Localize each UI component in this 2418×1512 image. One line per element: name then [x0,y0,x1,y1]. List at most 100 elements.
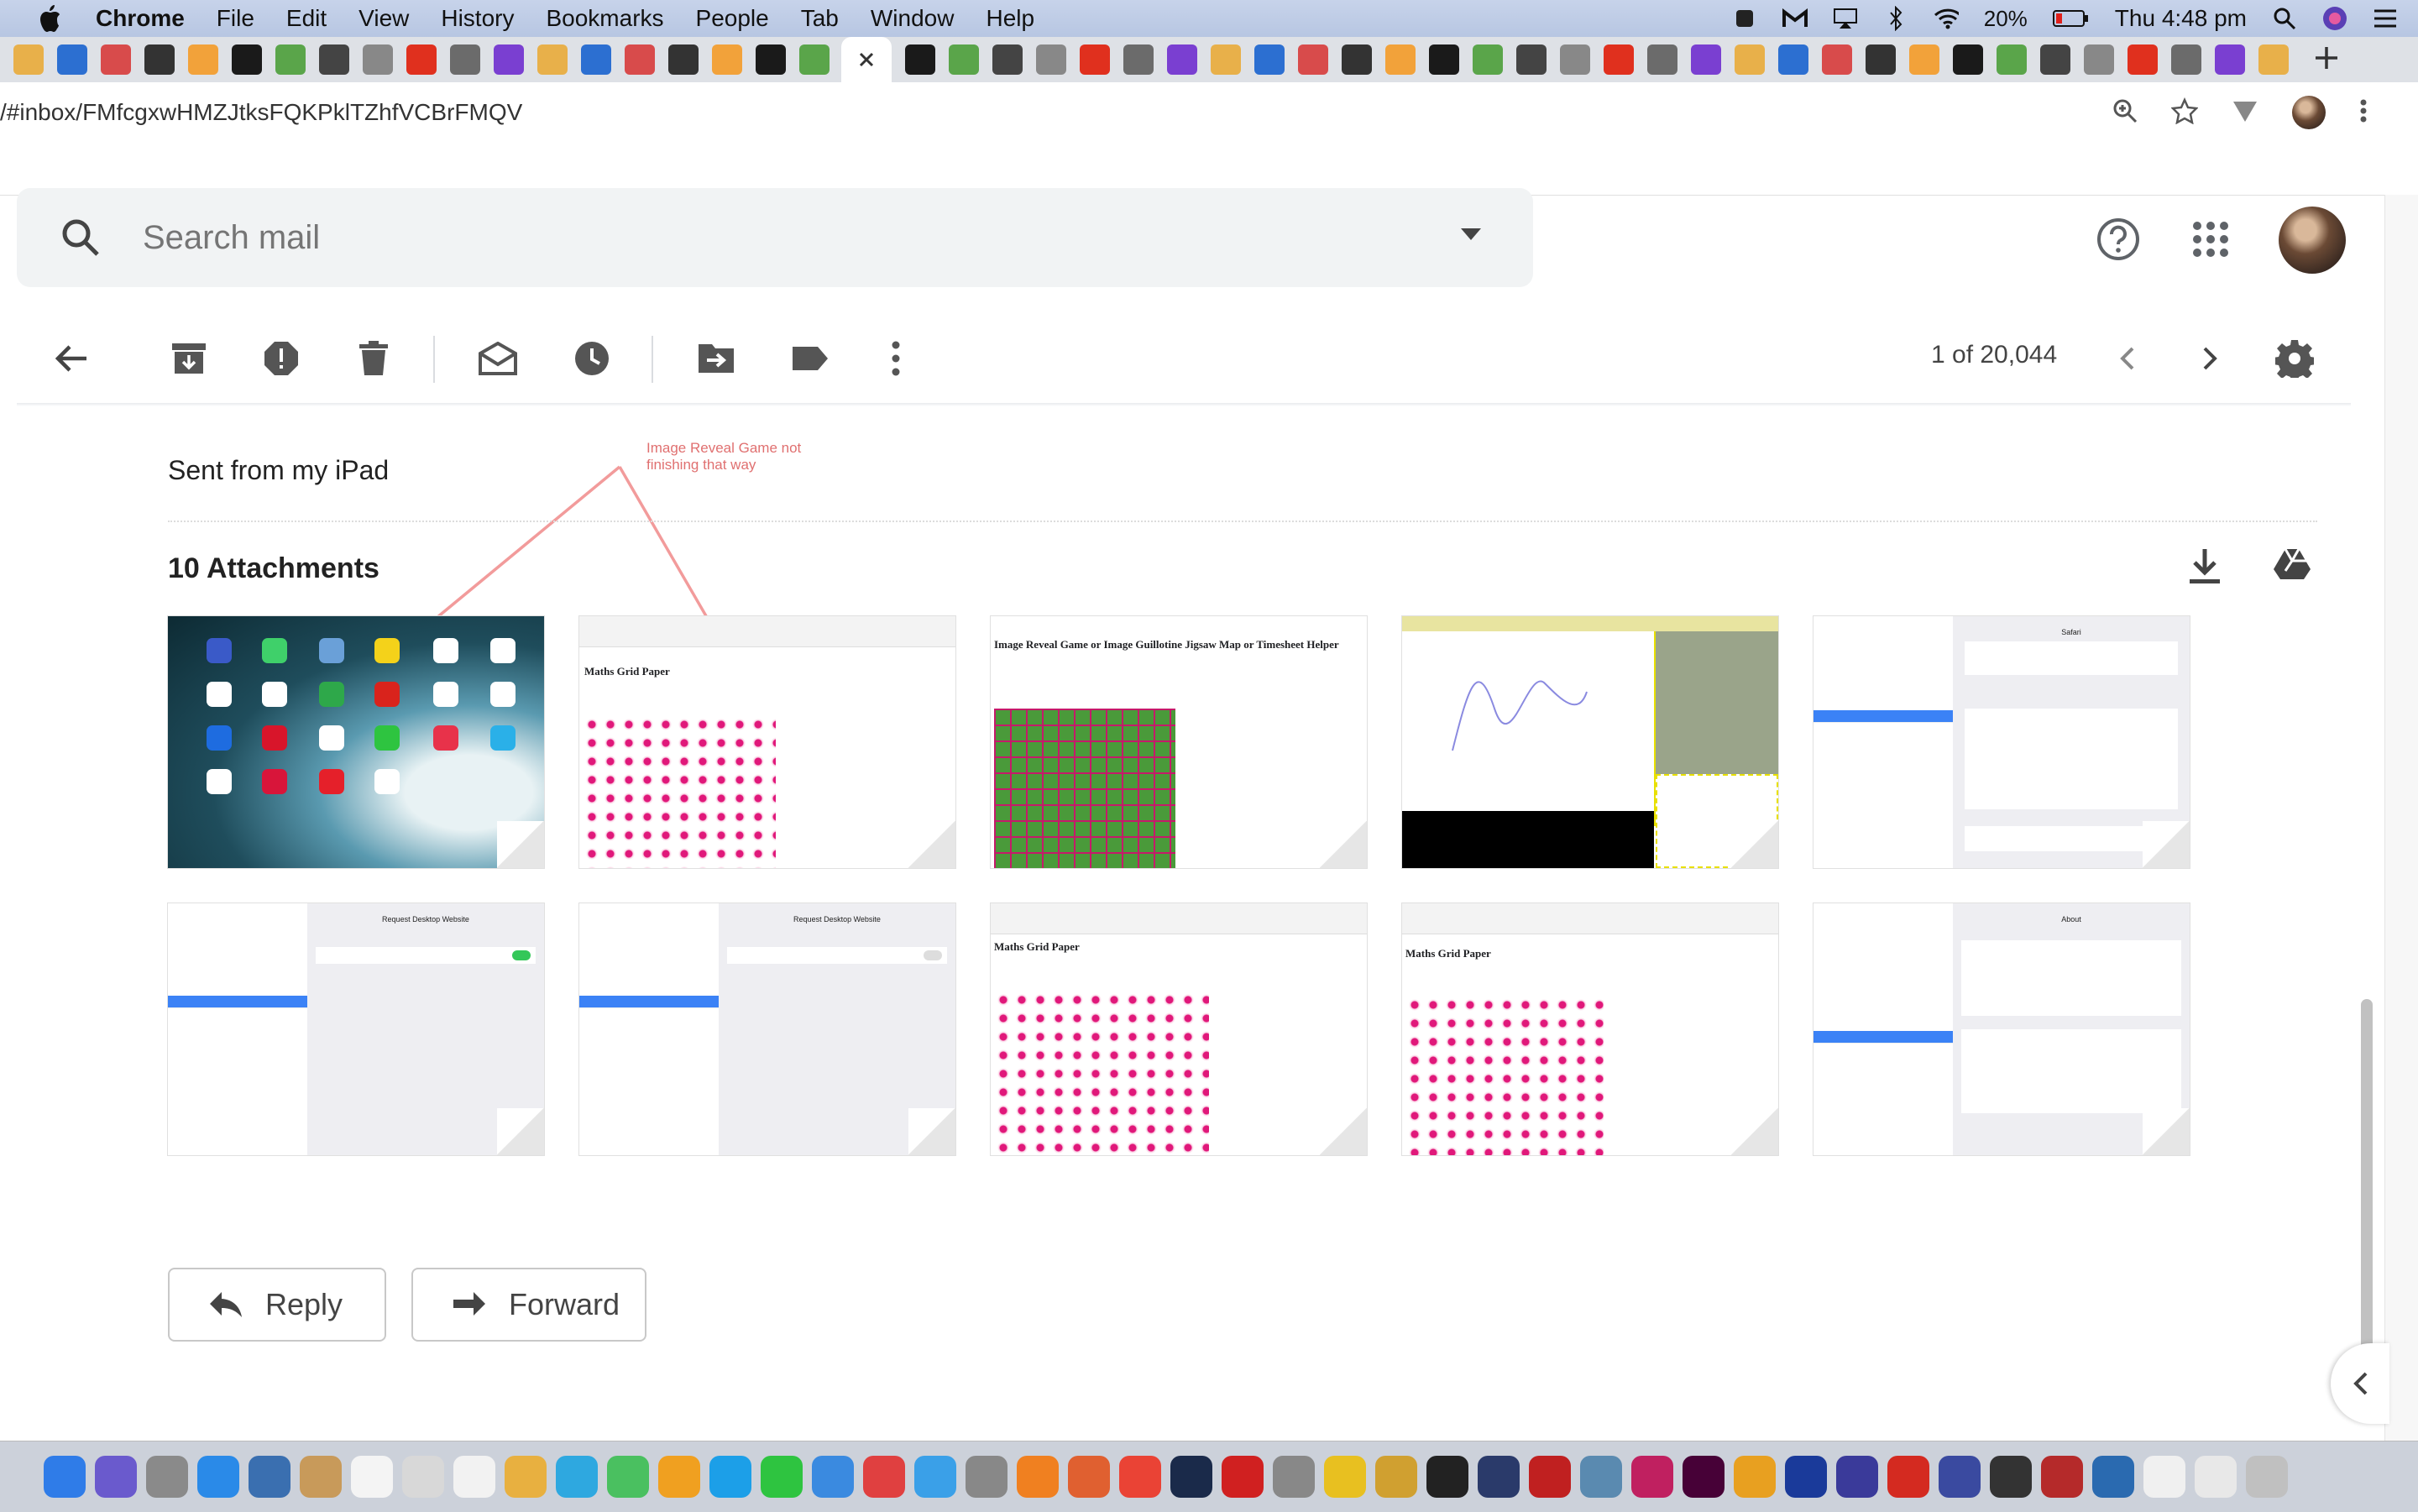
dock-app-icon[interactable] [2041,1456,2083,1498]
attachment-thumbnail[interactable]: About [1814,903,2190,1155]
tab-favicon-icon[interactable] [1429,44,1459,75]
chrome-menu-icon[interactable] [2359,98,2368,128]
dock-app-icon[interactable] [1222,1456,1264,1498]
gmail-status-icon[interactable] [1782,6,1808,31]
apple-icon[interactable] [34,3,65,34]
tab-favicon-icon[interactable] [581,44,611,75]
side-panel-toggle[interactable] [2331,1343,2389,1424]
attachment-thumbnail[interactable] [1402,616,1778,868]
back-arrow-icon[interactable] [50,337,92,379]
dock-app-icon[interactable] [2246,1456,2288,1498]
wifi-icon[interactable] [1934,6,1959,31]
dock-app-icon[interactable] [44,1456,86,1498]
account-avatar[interactable] [2279,207,2346,274]
tab-favicon-icon[interactable] [1560,44,1590,75]
dock-app-icon[interactable] [1273,1456,1315,1498]
dock-app-icon[interactable] [1939,1456,1981,1498]
tab-favicon-icon[interactable] [799,44,830,75]
attachment-thumbnail[interactable]: Image Reveal Game or Image Guillotine Ji… [991,616,1367,868]
tab-favicon-icon[interactable] [1647,44,1677,75]
tab-favicon-icon[interactable] [1997,44,2027,75]
tab-favicon-icon[interactable] [57,44,87,75]
attachment-thumbnail[interactable] [168,616,544,868]
tab-favicon-icon[interactable] [2171,44,2201,75]
dock-app-icon[interactable] [761,1456,803,1498]
dock-app-icon[interactable] [2143,1456,2185,1498]
save-to-drive-icon[interactable] [2274,547,2311,585]
siri-icon[interactable] [2322,6,2347,31]
dock-app-icon[interactable] [1324,1456,1366,1498]
menu-people[interactable]: People [696,5,769,32]
menu-bookmarks[interactable]: Bookmarks [546,5,663,32]
tab-favicon-icon[interactable] [1691,44,1721,75]
tab-favicon-icon[interactable] [494,44,524,75]
tab-favicon-icon[interactable] [2258,44,2289,75]
menu-tab[interactable]: Tab [801,5,839,32]
dock-app-icon[interactable] [658,1456,700,1498]
tab-favicon-icon[interactable] [905,44,935,75]
dock-app-icon[interactable] [146,1456,188,1498]
search-options-icon[interactable] [1459,225,1483,242]
dock-app-icon[interactable] [1170,1456,1212,1498]
tab-favicon-icon[interactable] [668,44,699,75]
snooze-icon[interactable] [571,337,613,379]
menu-file[interactable]: File [217,5,254,32]
menu-app-name[interactable]: Chrome [96,5,185,32]
tab-favicon-icon[interactable] [363,44,393,75]
attachment-thumbnail[interactable]: Safari [1814,616,2190,868]
menu-window[interactable]: Window [871,5,955,32]
tab-favicon-icon[interactable] [949,44,979,75]
dock-app-icon[interactable] [351,1456,393,1498]
dock-app-icon[interactable] [966,1456,1008,1498]
dock-app-icon[interactable] [1119,1456,1161,1498]
delete-icon[interactable] [353,337,395,379]
dock-app-icon[interactable] [95,1456,137,1498]
tab-favicon-icon[interactable] [1473,44,1503,75]
tab-favicon-icon[interactable] [1778,44,1808,75]
tab-favicon-icon[interactable] [625,44,655,75]
search-box[interactable] [17,188,1533,287]
tab-favicon-icon[interactable] [319,44,349,75]
tab-favicon-icon[interactable] [1385,44,1416,75]
tab-favicon-icon[interactable] [1254,44,1285,75]
dock-app-icon[interactable] [1529,1456,1571,1498]
extension-icon[interactable] [2232,98,2258,128]
dock-app-icon[interactable] [402,1456,444,1498]
dock-app-icon[interactable] [1631,1456,1673,1498]
attachment-thumbnail[interactable]: Request Desktop Website [168,903,544,1155]
tab-favicon-icon[interactable] [1080,44,1110,75]
mark-unread-icon[interactable] [477,337,519,379]
search-icon[interactable] [59,216,102,259]
dock-app-icon[interactable] [556,1456,598,1498]
status-app-icon[interactable] [1732,6,1757,31]
dock-app-icon[interactable] [1734,1456,1776,1498]
attachment-thumbnail[interactable]: Maths Grid Paper [991,903,1367,1155]
dock-app-icon[interactable] [1375,1456,1417,1498]
dock-app-icon[interactable] [1836,1456,1878,1498]
tab-favicon-icon[interactable] [1036,44,1066,75]
tab-favicon-icon[interactable] [406,44,437,75]
dock-app-icon[interactable] [1887,1456,1929,1498]
dock-app-icon[interactable] [812,1456,854,1498]
tab-favicon-icon[interactable] [188,44,218,75]
dock-app-icon[interactable] [505,1456,547,1498]
tab-favicon-icon[interactable] [450,44,480,75]
dock-app-icon[interactable] [300,1456,342,1498]
settings-gear-icon[interactable] [2274,337,2316,379]
bookmark-star-icon[interactable] [2170,97,2199,128]
battery-icon[interactable] [2052,6,2090,31]
scroll-thumb[interactable] [2361,999,2373,1352]
dock-app-icon[interactable] [249,1456,290,1498]
tab-favicon-icon[interactable] [2128,44,2158,75]
attachment-thumbnail[interactable]: Maths Grid Paper [1402,903,1778,1155]
tab-favicon-icon[interactable] [1342,44,1372,75]
tab-favicon-icon[interactable] [712,44,742,75]
help-icon[interactable] [2096,217,2141,262]
dock-app-icon[interactable] [1785,1456,1827,1498]
tab-favicon-icon[interactable] [1604,44,1634,75]
dock-app-icon[interactable] [2195,1456,2237,1498]
tab-favicon-icon[interactable] [1909,44,1939,75]
notification-center-icon[interactable] [2373,6,2398,31]
page-scrollbar[interactable] [2384,195,2418,1441]
dock-app-icon[interactable] [2092,1456,2134,1498]
